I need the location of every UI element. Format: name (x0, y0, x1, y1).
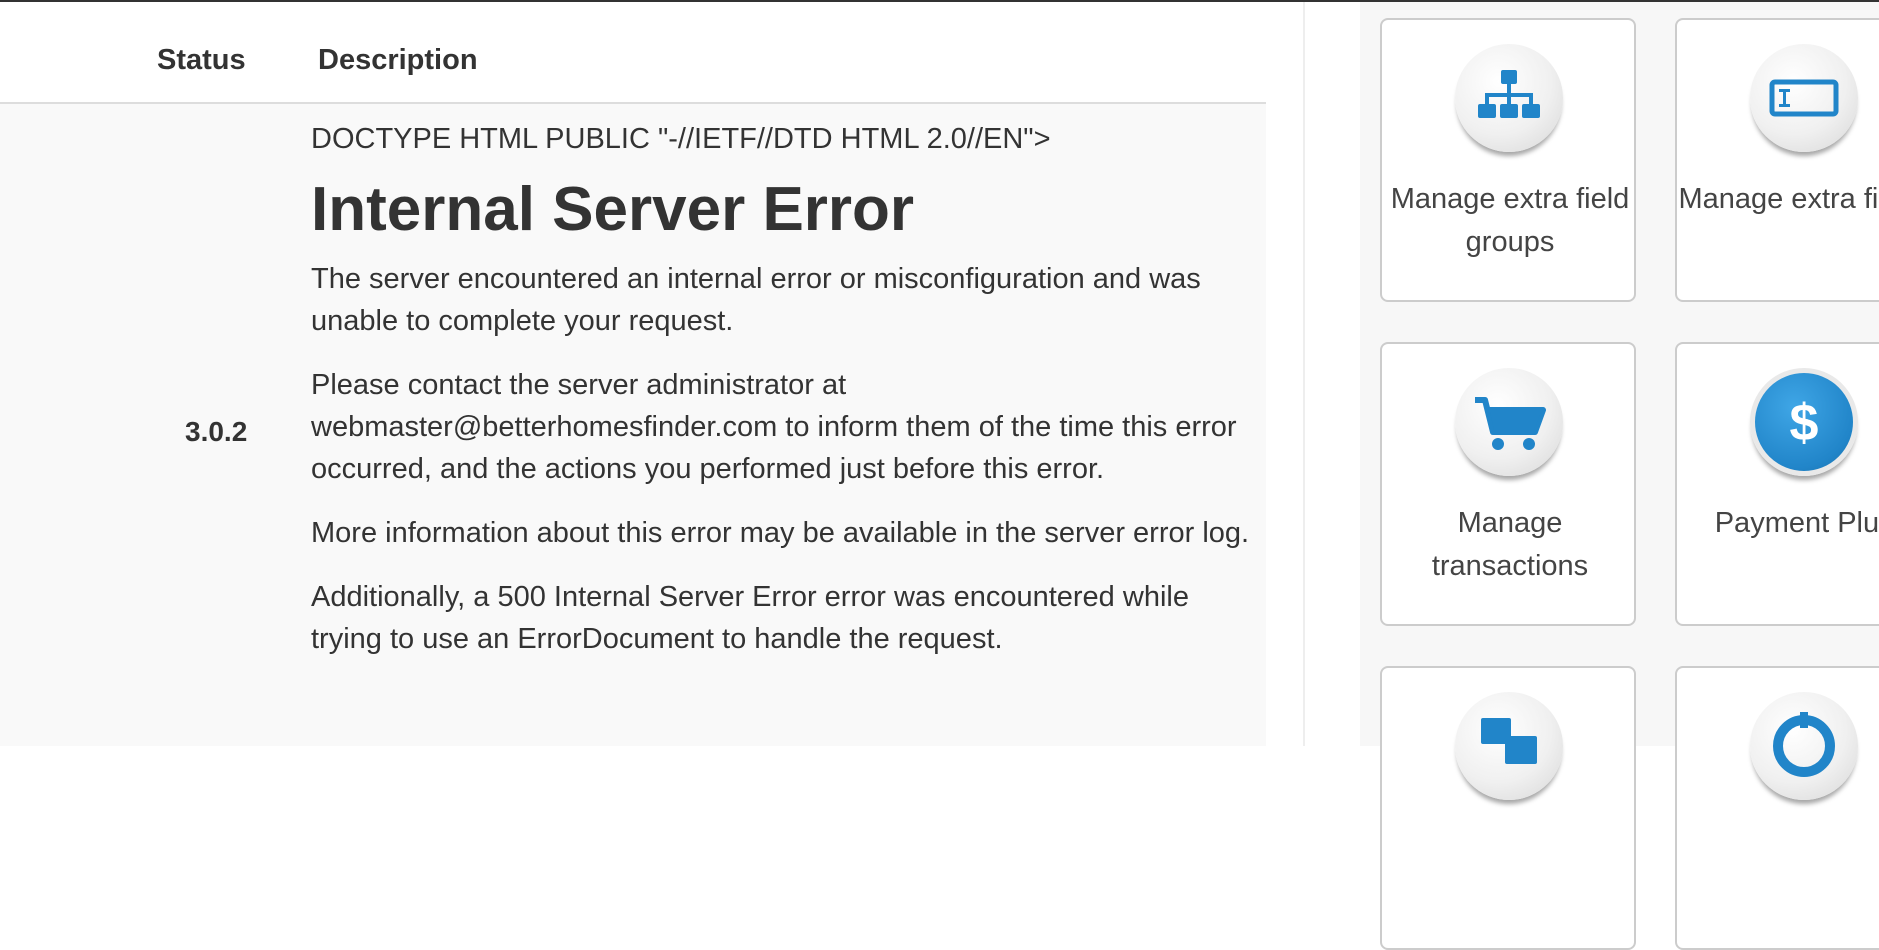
translations-tile[interactable] (1380, 666, 1636, 950)
manage-extra-fields-tile[interactable]: Manage extra fields (1675, 18, 1879, 302)
sitemap-icon (1455, 44, 1563, 152)
cart-icon (1455, 368, 1563, 476)
table-header: Status Description (0, 2, 1266, 104)
contact-paragraph: Please contact the server administrator … (311, 369, 1237, 485)
manage-extra-field-groups-tile[interactable]: Manage extra field groups (1380, 18, 1636, 302)
description-column-header[interactable]: Description (318, 44, 478, 77)
quick-icons-grid: Manage extra field groups Manage extra f… (1360, 2, 1879, 950)
doctype-text: DOCTYPE HTML PUBLIC "-//IETF//DTD HTML 2… (311, 123, 1051, 155)
dollar-icon: $ (1750, 368, 1858, 476)
lifebuoy-icon (1750, 692, 1858, 800)
tile-label: Manage extra field groups (1390, 183, 1630, 258)
errordocument-paragraph: Additionally, a 500 Internal Server Erro… (311, 581, 1189, 655)
payment-plugins-tile[interactable]: $ Payment Plug (1675, 342, 1879, 626)
svg-text:$: $ (1790, 394, 1819, 452)
status-column-header[interactable]: Status (157, 44, 246, 77)
description-cell: DOCTYPE HTML PUBLIC "-//IETF//DTD HTML 2… (311, 118, 1261, 682)
manage-transactions-tile[interactable]: Manage transactions (1380, 342, 1636, 626)
column-divider (1303, 2, 1305, 746)
help-tile[interactable] (1675, 666, 1879, 950)
translate-icon (1455, 692, 1563, 800)
table-row: 3.0.2 DOCTYPE HTML PUBLIC "-//IETF//DTD … (0, 104, 1266, 746)
log-paragraph: More information about this error may be… (311, 517, 1250, 549)
error-paragraph: The server encountered an internal error… (311, 263, 1201, 337)
tile-label: Manage extra fields (1678, 183, 1879, 215)
error-heading: Internal Server Error (311, 175, 915, 244)
textbox-icon (1750, 44, 1858, 152)
status-value: 3.0.2 (185, 416, 248, 447)
tile-label: Payment Plug (1714, 507, 1879, 539)
status-table: Status Description 3.0.2 DOCTYPE HTML PU… (0, 2, 1266, 746)
tile-label: Manage transactions (1431, 507, 1589, 582)
